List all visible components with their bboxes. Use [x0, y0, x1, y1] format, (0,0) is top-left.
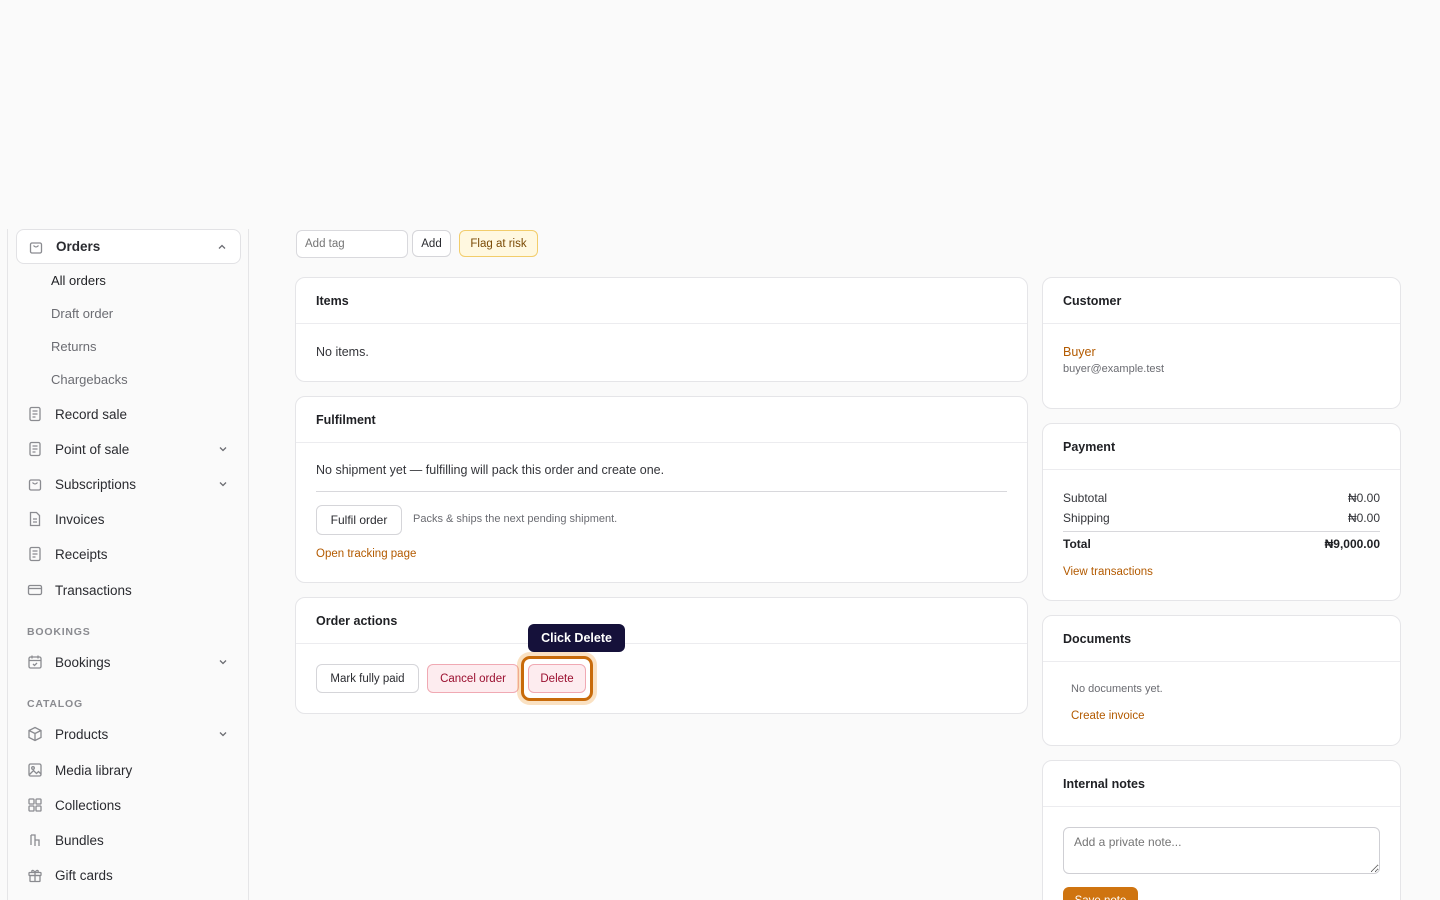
total-label: Total [1063, 537, 1091, 551]
card-title: Payment [1043, 424, 1400, 470]
sidebar-item-label: Transactions [55, 582, 132, 598]
credit-card-icon [27, 582, 43, 598]
items-empty-text: No items. [316, 345, 369, 359]
card-title: Items [296, 278, 1027, 324]
section-label-catalog: CATALOG [27, 698, 83, 710]
fulfilment-message: No shipment yet — fulfilling will pack t… [316, 463, 665, 477]
gift-icon [27, 867, 43, 883]
chevron-down-icon [217, 443, 229, 455]
open-tracking-page-link[interactable]: Open tracking page [316, 548, 416, 560]
sidebar-item-label: Orders [56, 239, 101, 254]
subtotal-row: Subtotal ₦0.00 [1063, 491, 1380, 505]
total-row: Total ₦9,000.00 [1063, 537, 1380, 551]
sidebar-item-label: Gift cards [55, 867, 113, 883]
fulfilment-card: Fulfilment No shipment yet — fulfilling … [295, 396, 1028, 583]
cancel-order-button[interactable]: Cancel order [427, 664, 519, 693]
divider [1063, 531, 1380, 532]
sidebar-item-orders[interactable]: Orders [16, 229, 241, 264]
card-title: Internal notes [1043, 761, 1400, 807]
documents-card: Documents No documents yet. Create invoi… [1042, 615, 1401, 746]
receipt-icon [27, 546, 43, 562]
image-icon [27, 762, 43, 778]
chevron-up-icon [216, 241, 228, 253]
sidebar-item-label: Invoices [55, 511, 105, 527]
tooltip: Click Delete [528, 624, 625, 652]
add-tag-button[interactable]: Add [412, 230, 451, 257]
sidebar-subitem-all-orders[interactable]: All orders [51, 273, 106, 288]
sidebar-item-label: Subscriptions [55, 476, 137, 492]
grid-icon [27, 797, 43, 813]
receipt-icon [27, 406, 43, 422]
mark-fully-paid-button[interactable]: Mark fully paid [316, 664, 419, 693]
sidebar-item-label: Bundles [55, 832, 104, 848]
chevron-down-icon [217, 478, 229, 490]
subtotal-value: ₦0.00 [1347, 491, 1380, 505]
sidebar-subitem-chargebacks[interactable]: Chargebacks [51, 372, 128, 387]
shopping-bag-icon [27, 476, 43, 492]
order-actions-card: Order actions [295, 597, 1028, 714]
sidebar-item-bundles[interactable]: Bundles [16, 823, 241, 857]
customer-email: buyer@example.test [1063, 363, 1165, 375]
add-tag-input[interactable] [296, 230, 408, 258]
total-value: ₦9,000.00 [1324, 537, 1380, 551]
chevron-down-icon [217, 728, 229, 740]
customer-card: Customer Buyer buyer@example.test [1042, 277, 1401, 409]
sidebar-item-label: Record sale [55, 406, 128, 422]
items-card: Items No items. [295, 277, 1028, 382]
bundle-icon [27, 832, 43, 848]
flag-at-risk-button[interactable]: Flag at risk [459, 230, 538, 257]
sidebar-item-label: Receipts [55, 546, 108, 562]
sidebar-item-subscriptions[interactable]: Subscriptions [16, 467, 241, 501]
fulfil-hint: Packs & ships the next pending shipment. [413, 513, 618, 525]
fulfil-order-button[interactable]: Fulfil order [316, 505, 402, 535]
create-invoice-link[interactable]: Create invoice [1071, 710, 1145, 722]
sidebar-item-point-of-sale[interactable]: Point of sale [16, 432, 241, 466]
card-title: Customer [1043, 278, 1400, 324]
sidebar-subitem-returns[interactable]: Returns [51, 339, 97, 354]
internal-notes-card: Internal notes Save note [1042, 760, 1401, 900]
private-note-input[interactable] [1063, 827, 1380, 874]
save-note-button[interactable]: Save note [1063, 887, 1138, 900]
calendar-icon [27, 654, 43, 670]
sidebar-item-bookings[interactable]: Bookings [16, 645, 241, 679]
section-label-bookings: BOOKINGS [27, 626, 91, 638]
sidebar-item-invoices[interactable]: Invoices [16, 502, 241, 536]
divider [316, 491, 1007, 492]
sidebar-item-transactions[interactable]: Transactions [16, 573, 241, 607]
sidebar-item-label: Collections [55, 797, 122, 813]
document-icon [27, 511, 43, 527]
documents-empty-text: No documents yet. [1071, 683, 1163, 695]
sidebar-subitem-draft-order[interactable]: Draft order [51, 306, 113, 321]
sidebar-item-label: Media library [55, 762, 133, 778]
sidebar-item-products[interactable]: Products [16, 717, 241, 751]
sidebar-item-record-sale[interactable]: Record sale [16, 397, 241, 431]
sidebar-item-label: Bookings [55, 654, 111, 670]
card-title: Documents [1043, 616, 1400, 662]
subtotal-label: Subtotal [1063, 491, 1108, 505]
sidebar-item-label: Point of sale [55, 441, 130, 457]
customer-name-link[interactable]: Buyer [1063, 345, 1096, 359]
view-transactions-link[interactable]: View transactions [1063, 566, 1153, 578]
sidebar-item-label: Products [55, 726, 109, 742]
card-title: Fulfilment [296, 397, 1027, 443]
delete-button[interactable]: Delete [528, 664, 586, 693]
sidebar: Orders All orders Draft order Returns Ch… [7, 229, 249, 900]
shipping-label: Shipping [1063, 511, 1110, 525]
chevron-down-icon [217, 656, 229, 668]
shipping-value: ₦0.00 [1347, 511, 1380, 525]
sidebar-item-collections[interactable]: Collections [16, 788, 241, 822]
sidebar-item-receipts[interactable]: Receipts [16, 537, 241, 571]
sidebar-item-gift-cards[interactable]: Gift cards [16, 858, 241, 892]
shopping-bag-icon [28, 239, 44, 255]
shipping-row: Shipping ₦0.00 [1063, 511, 1380, 525]
sidebar-item-media-library[interactable]: Media library [16, 753, 241, 787]
card-title: Order actions [296, 598, 1027, 644]
box-icon [27, 726, 43, 742]
receipt-icon [27, 441, 43, 457]
payment-card: Payment Subtotal ₦0.00 Shipping ₦0.00 To… [1042, 423, 1401, 601]
